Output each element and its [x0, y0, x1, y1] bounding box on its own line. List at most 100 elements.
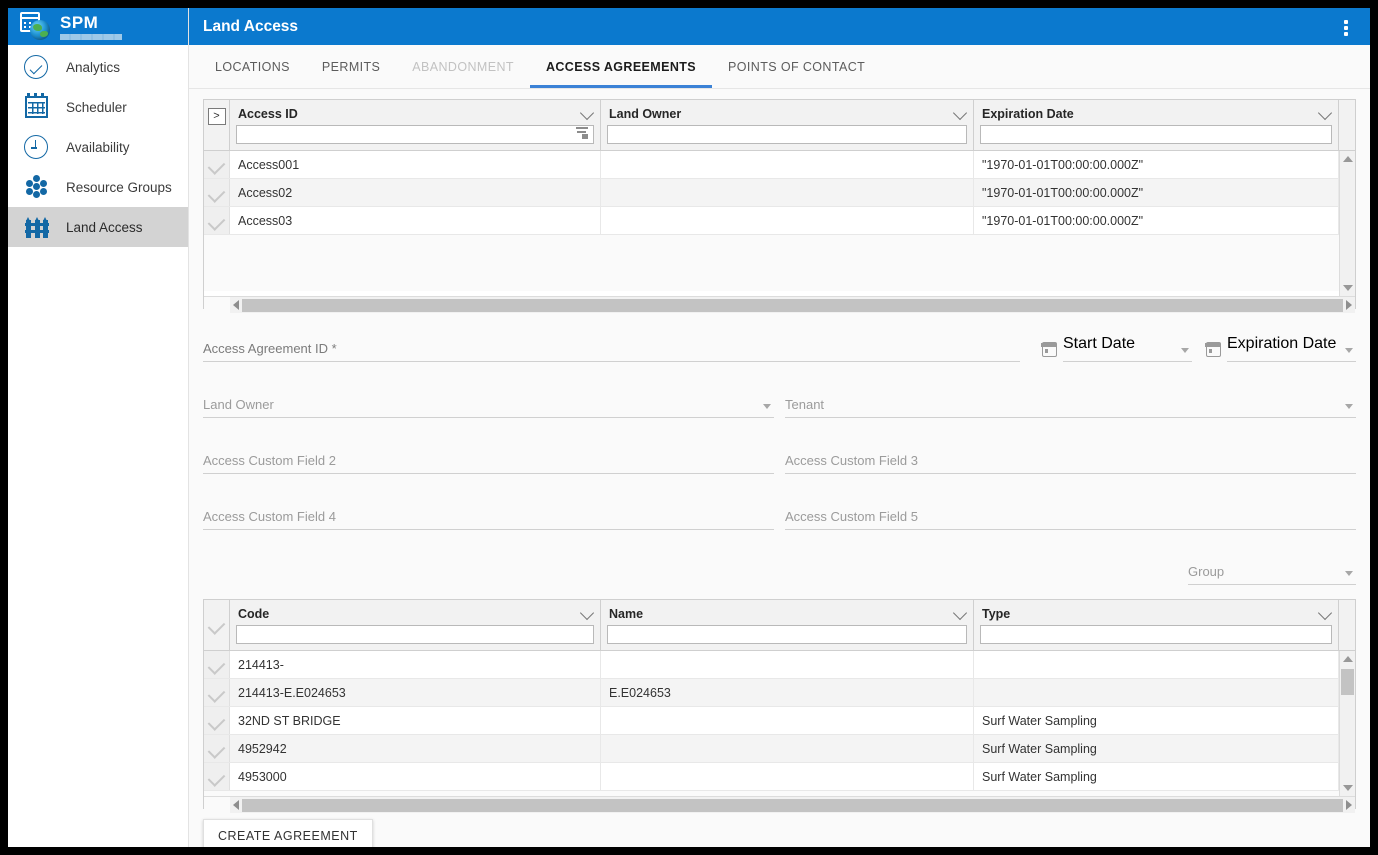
- row-select-checkmark[interactable]: [204, 707, 230, 734]
- hscroll-track[interactable]: [242, 799, 1343, 812]
- filter-input-access-id[interactable]: [236, 125, 594, 144]
- check-circle-icon: [22, 52, 52, 82]
- hscroll-thumb[interactable]: [242, 799, 1343, 812]
- scroll-up-arrow-icon[interactable]: [1343, 656, 1353, 662]
- cell-name: [601, 763, 974, 790]
- sidebar-item-label: Analytics: [66, 60, 120, 75]
- vscroll-thumb[interactable]: [1341, 669, 1354, 695]
- locations-grid-body: 214413- 214413-E.E024653 E.E024653: [204, 651, 1355, 796]
- kebab-menu-icon[interactable]: [1336, 17, 1356, 37]
- filter-input-type[interactable]: [980, 625, 1332, 644]
- locations-grid-vertical-scrollbar[interactable]: [1339, 651, 1355, 796]
- row-select-checkmark[interactable]: [204, 151, 230, 178]
- sidebar-item-resource-groups[interactable]: Resource Groups: [8, 167, 188, 207]
- expand-rows-button[interactable]: >: [208, 108, 226, 125]
- field-label: Group: [1188, 564, 1224, 579]
- scroll-up-arrow-icon[interactable]: [1343, 156, 1353, 162]
- sidebar-item-land-access[interactable]: Land Access: [8, 207, 188, 247]
- scroll-right-arrow-icon[interactable]: [1346, 800, 1352, 810]
- agreements-grid-horizontal-scrollbar[interactable]: [204, 296, 1355, 313]
- chevron-down-icon[interactable]: [580, 105, 594, 119]
- locations-grid-horizontal-scrollbar[interactable]: [204, 796, 1355, 813]
- start-date-field[interactable]: Start Date: [1042, 335, 1192, 362]
- tab-points-of-contact[interactable]: POINTS OF CONTACT: [712, 45, 881, 88]
- column-label: Access ID: [238, 107, 298, 121]
- scroll-right-arrow-icon[interactable]: [1346, 300, 1352, 310]
- access-custom-field-3[interactable]: Access Custom Field 3: [785, 447, 1356, 474]
- chevron-down-icon[interactable]: [1181, 348, 1189, 353]
- table-row[interactable]: 214413-E.E024653 E.E024653: [204, 679, 1355, 707]
- chevron-down-icon[interactable]: [763, 404, 771, 409]
- filter-condition-icon[interactable]: [576, 126, 590, 140]
- tab-locations[interactable]: LOCATIONS: [199, 45, 306, 88]
- select-all-checkmark[interactable]: [204, 600, 230, 650]
- field-label: Access Custom Field 2: [203, 453, 336, 468]
- table-row[interactable]: Access03 "1970-01-01T00:00:00.000Z": [204, 207, 1355, 235]
- cell-name: E.E024653: [601, 679, 974, 706]
- filter-input-land-owner[interactable]: [607, 125, 967, 144]
- chevron-down-icon[interactable]: [1345, 404, 1353, 409]
- start-date-input[interactable]: Start Date: [1063, 335, 1192, 362]
- table-row[interactable]: Access02 "1970-01-01T00:00:00.000Z": [204, 179, 1355, 207]
- table-row[interactable]: 4952942 Surf Water Sampling: [204, 735, 1355, 763]
- chevron-down-icon[interactable]: [580, 605, 594, 619]
- chevron-down-icon[interactable]: [953, 105, 967, 119]
- hscroll-track[interactable]: [242, 299, 1343, 312]
- chevron-down-icon[interactable]: [1345, 571, 1353, 576]
- expiration-date-field[interactable]: Expiration Date: [1206, 335, 1356, 362]
- filter-input-code[interactable]: [236, 625, 594, 644]
- table-row[interactable]: 32ND ST BRIDGE Surf Water Sampling: [204, 707, 1355, 735]
- table-row[interactable]: Access001 "1970-01-01T00:00:00.000Z": [204, 151, 1355, 179]
- tab-access-agreements[interactable]: ACCESS AGREEMENTS: [530, 45, 712, 88]
- chevron-down-icon[interactable]: [1345, 348, 1353, 353]
- land-owner-field[interactable]: Land Owner: [203, 391, 774, 418]
- expiration-date-input[interactable]: Expiration Date: [1227, 335, 1356, 362]
- sidebar-item-label: Availability: [66, 140, 130, 155]
- access-custom-field-2[interactable]: Access Custom Field 2: [203, 447, 774, 474]
- access-custom-field-4[interactable]: Access Custom Field 4: [203, 503, 774, 530]
- locations-grid-header: Code Name: [204, 600, 1355, 651]
- column-header-title: Type: [974, 600, 1338, 625]
- sidebar-item-analytics[interactable]: Analytics: [8, 47, 188, 87]
- sidebar-item-scheduler[interactable]: Scheduler: [8, 87, 188, 127]
- field-label: Access Agreement ID *: [203, 341, 337, 356]
- agreements-grid-vertical-scrollbar[interactable]: [1339, 151, 1355, 296]
- row-select-checkmark[interactable]: [204, 735, 230, 762]
- scroll-down-arrow-icon[interactable]: [1343, 785, 1353, 791]
- scroll-left-arrow-icon[interactable]: [233, 800, 239, 810]
- row-select-checkmark[interactable]: [204, 679, 230, 706]
- table-row[interactable]: 4953000 Surf Water Sampling: [204, 763, 1355, 791]
- create-agreement-button[interactable]: CREATE AGREEMENT: [203, 819, 373, 847]
- column-label: Type: [982, 607, 1010, 621]
- scroll-left-arrow-icon[interactable]: [233, 300, 239, 310]
- cell-type: Surf Water Sampling: [974, 735, 1339, 762]
- chevron-down-icon[interactable]: [953, 605, 967, 619]
- column-land-owner: Land Owner: [601, 100, 974, 150]
- access-agreement-id-field[interactable]: Access Agreement ID *: [203, 335, 1020, 362]
- row-select-checkmark[interactable]: [204, 207, 230, 234]
- sidebar-item-availability[interactable]: Availability: [8, 127, 188, 167]
- row-select-checkmark[interactable]: [204, 651, 230, 678]
- page-header: Land Access: [189, 8, 1370, 45]
- form-row-3: Access Custom Field 2 Access Custom Fiel…: [203, 447, 1356, 474]
- access-custom-field-5[interactable]: Access Custom Field 5: [785, 503, 1356, 530]
- logo-globe-icon: [30, 20, 50, 40]
- form-actions: CREATE AGREEMENT: [189, 809, 1370, 847]
- sidebar-item-label: Land Access: [66, 220, 143, 235]
- field-label: Access Custom Field 3: [785, 453, 918, 468]
- row-select-checkmark[interactable]: [204, 763, 230, 790]
- hscroll-thumb[interactable]: [242, 299, 1343, 312]
- chevron-down-icon[interactable]: [1318, 605, 1332, 619]
- filter-input-name[interactable]: [607, 625, 967, 644]
- expand-column-header: >: [204, 100, 230, 150]
- filter-input-expiration-date[interactable]: [980, 125, 1332, 144]
- chevron-down-icon[interactable]: [1318, 105, 1332, 119]
- tenant-field[interactable]: Tenant: [785, 391, 1356, 418]
- group-field[interactable]: Group: [1188, 558, 1356, 585]
- row-select-checkmark[interactable]: [204, 179, 230, 206]
- column-filter-wrap: [974, 625, 1338, 650]
- table-row[interactable]: 214413-: [204, 651, 1355, 679]
- group-cluster-icon: [22, 172, 52, 202]
- tab-permits[interactable]: PERMITS: [306, 45, 396, 88]
- scroll-down-arrow-icon[interactable]: [1343, 285, 1353, 291]
